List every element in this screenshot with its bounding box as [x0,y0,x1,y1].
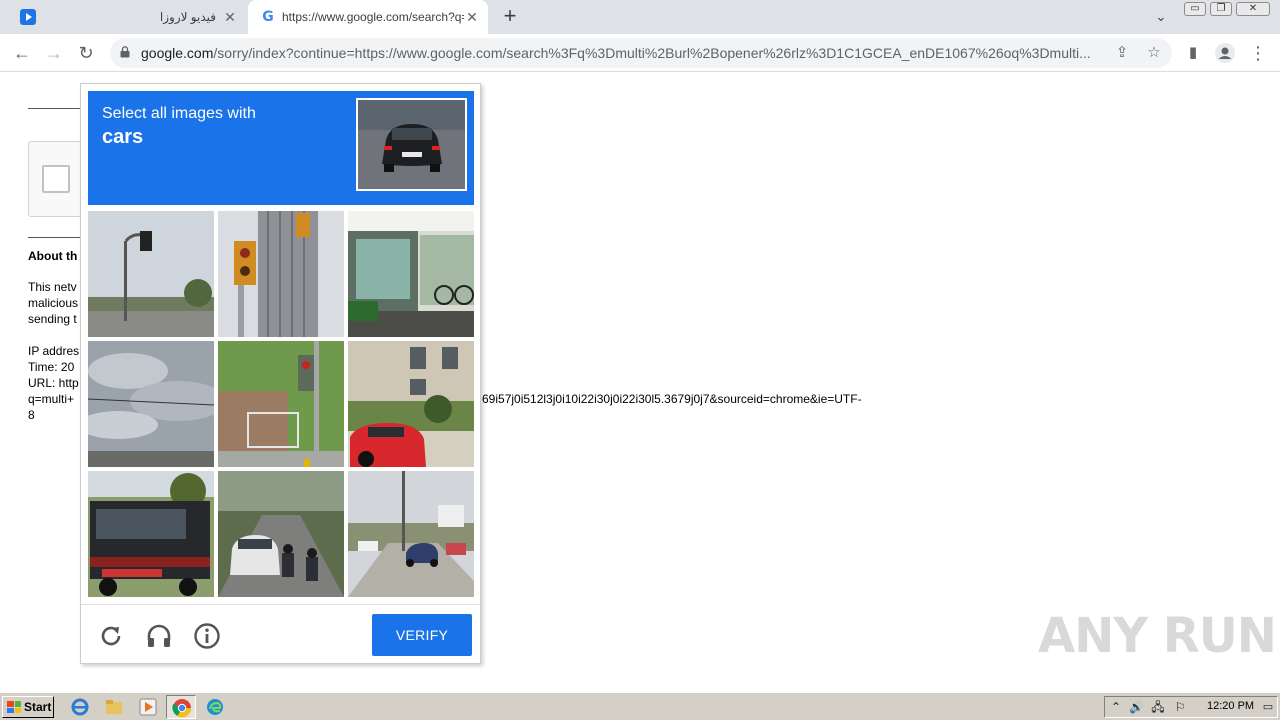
address-text: google.com/sorry/index?continue=https://… [141,45,1107,61]
taskbar: Start ⌃ 🔊 🖧 ⚐ 12:20 PM ▭ [0,692,1280,720]
start-label: Start [24,700,52,714]
challenge-target: cars [102,126,144,148]
divider [28,237,83,238]
query-line: q=multi+ [28,392,75,406]
menu-kebab-icon[interactable]: ⋮ [1247,42,1269,64]
chrome-icon [172,699,191,718]
time-line: Time: 20 [28,360,75,374]
recaptcha-widget [28,141,88,217]
tab-title: https://www.google.com/search?q= [282,10,464,24]
verify-button[interactable]: VERIFY [372,614,472,656]
action-center-flag-icon[interactable]: ⚐ [1173,700,1187,714]
body-line: malicious [28,296,79,310]
lock-icon [120,46,130,58]
forward-arrow-icon[interactable]: → [43,42,65,64]
divider [28,108,83,109]
challenge-prompt: Select all images with [102,105,256,122]
image-tile[interactable] [348,211,474,337]
play-video-icon [20,9,36,25]
restore-button[interactable]: ❐ [1210,2,1232,16]
recaptcha-checkbox[interactable] [42,165,70,193]
side-panel-icon[interactable]: ▮ [1182,42,1204,64]
image-tile[interactable] [348,471,474,597]
body-line: This netv [28,280,77,294]
url-tail-end: 8 [28,408,35,422]
challenge-footer: VERIFY [81,604,480,664]
audio-challenge-icon[interactable] [145,622,173,650]
image-tile[interactable] [218,341,344,467]
close-tab-icon[interactable]: ✕ [464,9,480,25]
reload-icon[interactable]: ↻ [75,42,97,64]
tab-video[interactable]: فيديو لاروزا ✕ [8,0,246,34]
close-window-button[interactable]: ✕ [1236,2,1270,16]
about-heading: About th [28,249,78,263]
url-tail: 69i57j0i512l3j0i10i22i30j0i22i30l5.3679j… [482,392,862,406]
share-icon[interactable]: ⇪ [1111,42,1133,64]
recaptcha-challenge: Select all images with cars VERIFY [80,83,481,664]
edge-icon[interactable] [205,697,225,717]
reload-challenge-icon[interactable] [97,622,125,650]
back-arrow-icon[interactable]: ← [11,42,33,64]
windows-logo-icon [7,701,21,713]
image-tile[interactable] [88,341,214,467]
volume-icon[interactable]: 🔊 [1129,700,1144,714]
show-hidden-icons-icon[interactable]: ⌃ [1109,700,1123,714]
address-path: /sorry/index?continue=https://www.google… [213,45,1091,61]
chrome-taskbar-button[interactable] [166,695,196,719]
bookmark-star-icon[interactable]: ☆ [1143,42,1165,64]
info-icon[interactable] [193,622,221,650]
start-button[interactable]: Start [2,696,54,718]
body-line: sending t [28,312,77,326]
google-g-icon: G [262,9,274,25]
network-icon[interactable]: 🖧 [1151,700,1165,714]
sample-car-image [356,98,467,191]
system-tray: ⌃ 🔊 🖧 ⚐ 12:20 PM ▭ [1104,696,1278,718]
file-explorer-icon[interactable] [104,697,124,717]
media-player-icon[interactable] [138,697,158,717]
ip-line: IP addres [28,344,80,358]
new-tab-button[interactable]: + [498,5,522,29]
image-tile[interactable] [88,471,214,597]
clock[interactable]: 12:20 PM [1207,700,1254,712]
address-host: google.com [141,45,214,61]
image-tile-grid [88,211,474,597]
challenge-header: Select all images with cars [88,91,474,205]
browser-toolbar: ← → ↻ google.com/sorry/index?continue=ht… [0,34,1280,72]
tab-google-search[interactable]: G https://www.google.com/search?q= ✕ [248,0,488,34]
image-tile[interactable] [348,341,474,467]
internet-explorer-icon[interactable] [70,697,90,717]
minimize-button[interactable]: ▭ [1184,2,1206,16]
tab-strip: فيديو لاروزا ✕ G https://www.google.com/… [0,0,1280,34]
tab-title: فيديو لاروزا [159,10,216,24]
tab-search-chevron-icon[interactable]: ⌄ [1152,9,1170,27]
image-tile[interactable] [88,211,214,337]
image-tile[interactable] [218,471,344,597]
url-line: URL: http [28,376,79,390]
show-desktop-icon[interactable]: ▭ [1261,700,1275,714]
address-bar[interactable]: google.com/sorry/index?continue=https://… [110,38,1172,68]
image-tile[interactable] [218,211,344,337]
profile-avatar-icon[interactable] [1214,42,1236,64]
anyrun-watermark: ANY RUN [1038,608,1277,664]
close-tab-icon[interactable]: ✕ [222,9,238,25]
